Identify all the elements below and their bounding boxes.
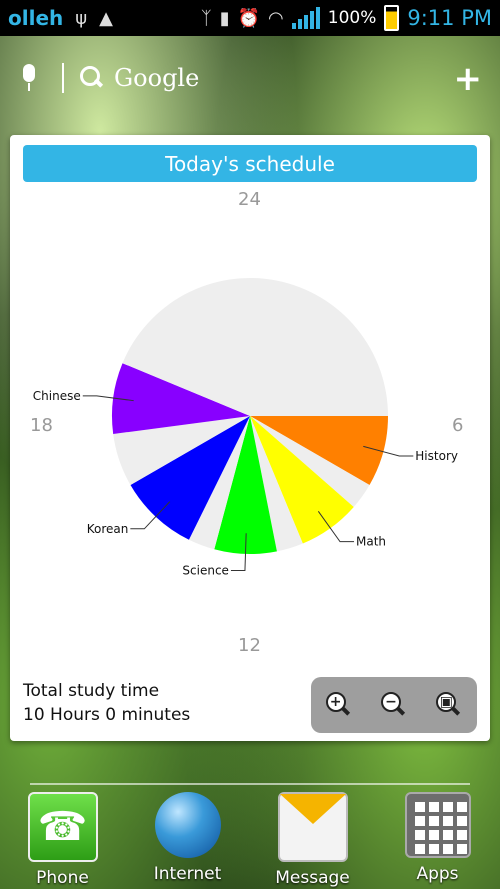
bluetooth-icon: ᛉ xyxy=(200,7,212,29)
globe-icon[interactable] xyxy=(154,792,221,858)
mic-icon[interactable] xyxy=(20,64,38,92)
dock-item-phone[interactable]: Phone xyxy=(13,792,113,889)
carrier-label: olleh xyxy=(8,6,64,30)
status-clock: 9:11 PM xyxy=(407,6,492,30)
android-debug-icon: ▲ xyxy=(99,7,113,29)
dock-label-apps: Apps xyxy=(416,864,459,884)
schedule-pie-chart[interactable]: History Math Science Korean Chinese xyxy=(10,135,490,635)
google-search-bar[interactable]: Google + xyxy=(0,52,500,104)
total-study-label: Total study time xyxy=(23,681,160,701)
hour-label-bottom: 12 xyxy=(238,635,261,656)
search-icon[interactable] xyxy=(80,66,104,90)
total-study-value: 10 Hours 0 minutes xyxy=(23,705,191,725)
apps-grid-icon[interactable] xyxy=(404,792,471,858)
pie-label-korean: Korean xyxy=(87,522,129,536)
search-divider xyxy=(62,63,64,93)
google-label[interactable]: Google xyxy=(114,64,199,92)
pie-label-math: Math xyxy=(356,535,386,549)
dock-item-message[interactable]: Message xyxy=(263,792,363,889)
dock-label-internet: Internet xyxy=(153,864,222,884)
status-bar: olleh ψ ▲ ᛉ ▮ ⏰ ◠ 100% 9:11 PM xyxy=(0,0,500,36)
battery-icon xyxy=(384,5,400,31)
schedule-widget: Today's schedule 24 6 12 18 History Math S… xyxy=(10,135,490,741)
plus-icon[interactable]: + xyxy=(454,62,483,96)
phone-icon[interactable] xyxy=(27,792,98,862)
pie-label-science: Science xyxy=(182,563,229,577)
pie-label-chinese: Chinese xyxy=(33,389,81,403)
dock-label-message: Message xyxy=(275,868,350,888)
dock-divider xyxy=(30,783,470,785)
battery-percent: 100% xyxy=(327,8,377,28)
dock-label-phone: Phone xyxy=(36,868,89,888)
zoom-fit-icon[interactable]: ▣ xyxy=(434,690,464,720)
signal-icon xyxy=(291,7,320,29)
alarm-icon: ⏰ xyxy=(237,7,261,29)
wifi-icon: ◠ xyxy=(268,7,284,29)
vibrate-icon: ▮ xyxy=(219,7,230,29)
zoom-controls: + − ▣ xyxy=(311,677,477,733)
envelope-icon[interactable] xyxy=(277,792,348,862)
dock-item-apps[interactable]: Apps xyxy=(388,792,488,889)
usb-icon: ψ xyxy=(75,7,88,29)
dock-item-internet[interactable]: Internet xyxy=(138,792,238,889)
zoom-in-icon[interactable]: + xyxy=(324,690,354,720)
zoom-out-icon[interactable]: − xyxy=(379,690,409,720)
app-dock: Phone Internet Message Apps xyxy=(0,792,500,889)
pie-label-history: History xyxy=(415,449,458,463)
